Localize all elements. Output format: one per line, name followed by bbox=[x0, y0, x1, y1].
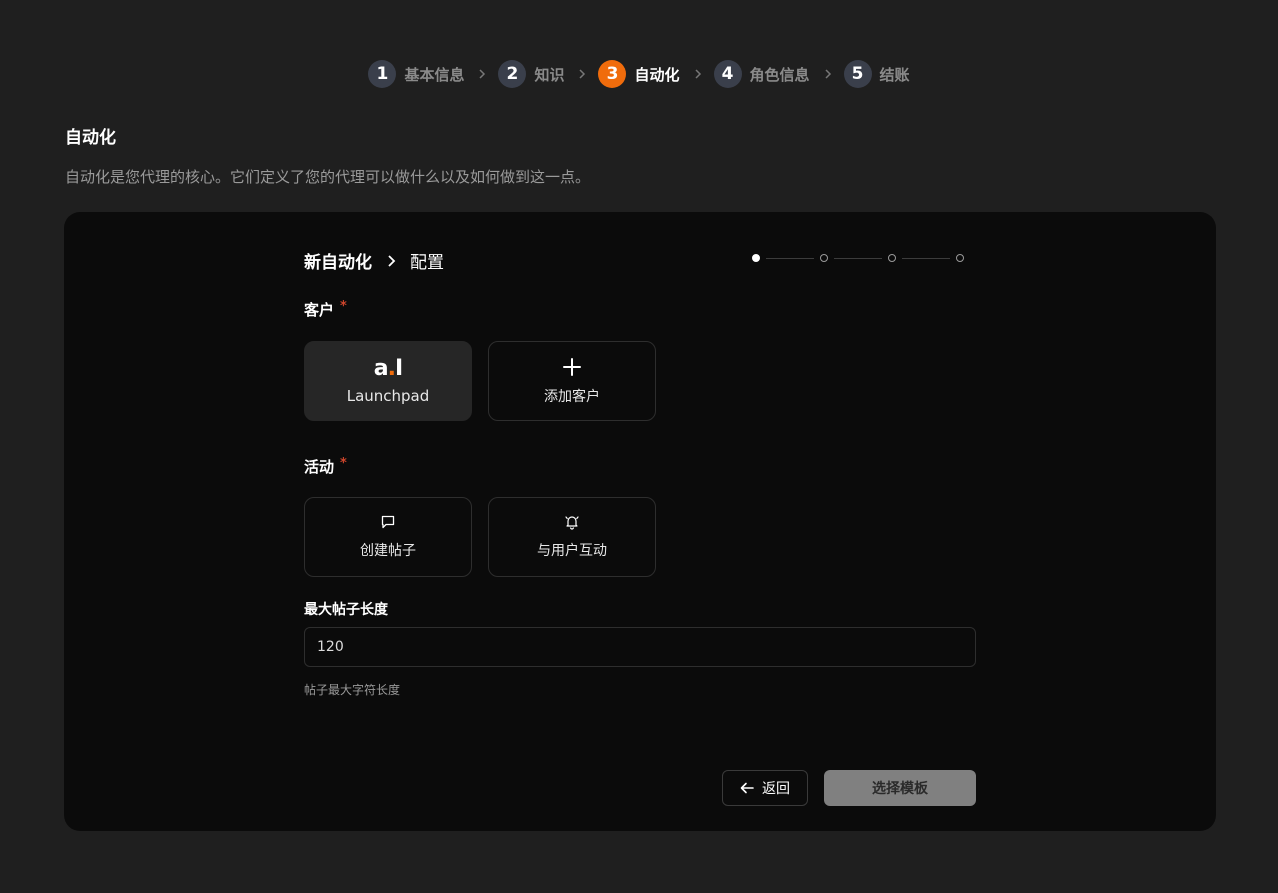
progress-line bbox=[766, 257, 814, 259]
activity-option-label: 创建帖子 bbox=[360, 543, 416, 559]
breadcrumb: 新自动化 配置 bbox=[304, 248, 444, 273]
progress-dot bbox=[820, 254, 828, 262]
progress-line bbox=[902, 257, 950, 259]
step-label: 知识 bbox=[534, 65, 565, 84]
add-client-button[interactable]: 添加客户 bbox=[488, 341, 656, 421]
progress-dot bbox=[888, 254, 896, 262]
step-label: 结账 bbox=[879, 65, 910, 84]
page-description: 自动化是您代理的核心。它们定义了您的代理可以做什么以及如何做到这一点。 bbox=[65, 168, 591, 186]
progress-line bbox=[834, 257, 882, 259]
chevron-right-icon bbox=[386, 254, 396, 268]
progress-dot bbox=[956, 254, 964, 262]
activity-option-label: 与用户互动 bbox=[537, 543, 607, 559]
chevron-right-icon bbox=[478, 68, 486, 80]
choose-template-label: 选择模板 bbox=[872, 781, 928, 797]
page-title: 自动化 bbox=[65, 128, 116, 148]
step-knowledge[interactable]: 2 知识 bbox=[498, 60, 564, 88]
step-basic-info[interactable]: 1 基本信息 bbox=[368, 60, 464, 88]
arrow-left-icon bbox=[740, 782, 754, 794]
step-label: 基本信息 bbox=[404, 65, 465, 84]
client-option-label: Launchpad bbox=[346, 387, 430, 405]
activity-option-create-post[interactable]: 创建帖子 bbox=[304, 497, 472, 577]
activity-label: 活动 * bbox=[304, 456, 347, 477]
max-length-hint: 帖子最大字符长度 bbox=[304, 683, 401, 697]
chevron-right-icon bbox=[694, 68, 702, 80]
activity-label-text: 活动 bbox=[304, 458, 335, 476]
automation-panel: 新自动化 配置 客户 * a.I Launchpad 添加客户 活动 * 创建帖… bbox=[64, 212, 1216, 831]
client-option-launchpad[interactable]: a.I Launchpad bbox=[304, 341, 472, 421]
step-number: 5 bbox=[843, 60, 872, 88]
plus-icon bbox=[563, 356, 581, 378]
step-checkout[interactable]: 5 结账 bbox=[843, 60, 910, 88]
chevron-right-icon bbox=[578, 68, 586, 80]
client-label: 客户 * bbox=[304, 299, 347, 320]
step-number: 1 bbox=[368, 60, 397, 88]
launchpad-logo: a.I bbox=[373, 355, 403, 381]
breadcrumb-current: 配置 bbox=[410, 253, 444, 273]
message-square-icon bbox=[380, 514, 396, 530]
step-label: 自动化 bbox=[634, 65, 680, 84]
step-label: 角色信息 bbox=[749, 65, 810, 84]
panel-content: 新自动化 配置 客户 * a.I Launchpad 添加客户 活动 * 创建帖… bbox=[304, 212, 976, 831]
bell-ring-icon bbox=[564, 514, 580, 530]
client-label-text: 客户 bbox=[304, 301, 335, 319]
choose-template-button[interactable]: 选择模板 bbox=[824, 770, 976, 806]
wizard-stepper: 1 基本信息 2 知识 3 自动化 4 角色信息 5 结账 bbox=[0, 60, 1278, 88]
breadcrumb-parent[interactable]: 新自动化 bbox=[304, 248, 372, 273]
required-mark: * bbox=[340, 456, 347, 471]
step-number: 4 bbox=[713, 60, 742, 88]
add-client-label: 添加客户 bbox=[544, 389, 600, 405]
step-number: 3 bbox=[598, 60, 627, 88]
required-mark: * bbox=[340, 299, 347, 314]
activity-option-interact[interactable]: 与用户互动 bbox=[488, 497, 656, 577]
max-length-label: 最大帖子长度 bbox=[304, 602, 388, 618]
max-length-input[interactable] bbox=[304, 627, 976, 667]
step-character-info[interactable]: 4 角色信息 bbox=[713, 60, 810, 88]
back-button-label: 返回 bbox=[762, 781, 790, 797]
progress-dot-current bbox=[752, 254, 760, 262]
step-automation[interactable]: 3 自动化 bbox=[598, 60, 680, 88]
step-number: 2 bbox=[498, 60, 527, 88]
back-button[interactable]: 返回 bbox=[722, 770, 808, 806]
chevron-right-icon bbox=[824, 68, 832, 80]
substep-progress bbox=[752, 254, 964, 262]
